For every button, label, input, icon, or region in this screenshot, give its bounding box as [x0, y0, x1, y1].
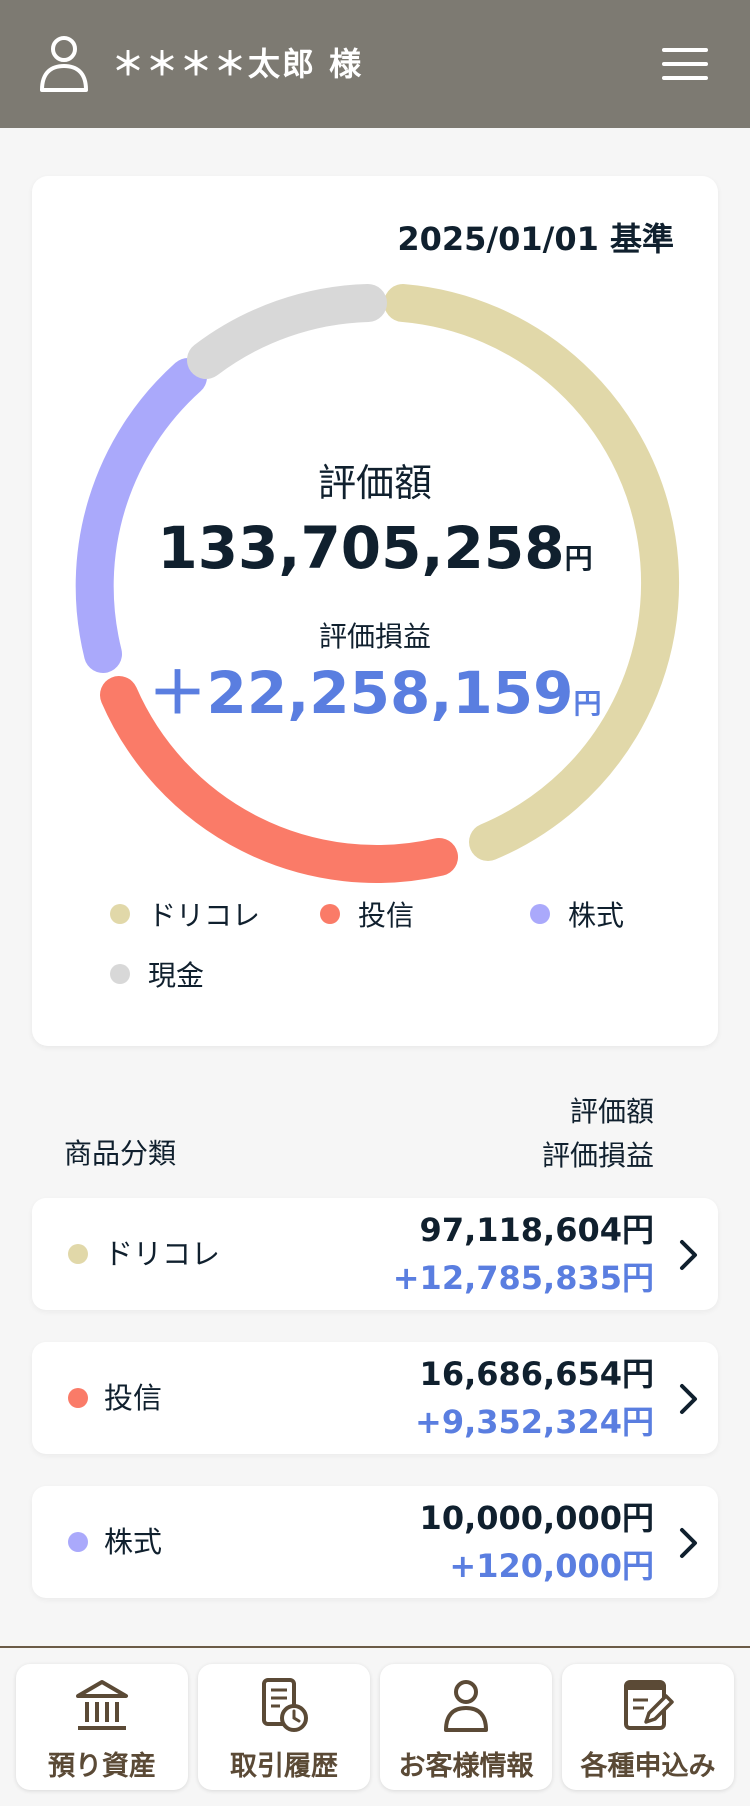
as-of-date: 2025/01/01 基準 — [397, 220, 674, 258]
chevron-right-icon — [680, 1240, 697, 1270]
product-gain: +120,000円 — [449, 1547, 654, 1585]
product-row-toushin[interactable]: 投信 16,686,654円 +9,352,324円 — [32, 1342, 718, 1454]
eval-unit: 円 — [564, 542, 593, 575]
product-value: 97,118,604円 — [419, 1211, 654, 1249]
nav-deposit-assets-button[interactable]: 預り資産 — [16, 1664, 188, 1790]
customer-icon — [444, 1680, 488, 1732]
eval-value: 133,705,258円 — [32, 508, 718, 599]
gain-label: 評価損益 — [318, 620, 431, 653]
product-row-kabushiki[interactable]: 株式 10,000,000円 +120,000円 — [32, 1486, 718, 1598]
legend-dot — [530, 904, 550, 924]
nav-label: 取引履歴 — [230, 1751, 338, 1782]
nav-transaction-history-button[interactable]: 取引履歴 — [198, 1664, 370, 1790]
product-name: ドリコレ — [104, 1237, 221, 1271]
application-pen-icon — [624, 1680, 674, 1730]
eval-label: 評価額 — [317, 461, 432, 505]
donut-center-summary: 評価額 133,705,258円 評価損益 ＋22,258,159円 — [32, 458, 718, 740]
nav-label: お客様情報 — [398, 1751, 534, 1782]
product-gain: +12,785,835円 — [392, 1259, 654, 1297]
history-document-icon — [262, 1678, 308, 1732]
nav-customer-info-button[interactable]: お客様情報 — [380, 1664, 552, 1790]
product-name: 株式 — [104, 1525, 163, 1559]
gain-column-header: 評価損益 — [541, 1139, 654, 1172]
product-name: 投信 — [104, 1381, 163, 1415]
nav-label: 各種申込み — [580, 1751, 716, 1782]
nav-label: 預り資産 — [48, 1751, 156, 1782]
product-value: 10,000,000円 — [419, 1499, 654, 1537]
donut-segment-genkin — [187, 284, 387, 379]
app-header: ＊＊＊＊太郎 様 — [0, 0, 750, 128]
category-column-header: 商品分類 — [64, 1137, 177, 1170]
eval-column-header: 評価額 — [569, 1095, 654, 1128]
legend-label: ドリコレ — [148, 899, 261, 932]
product-row-dorikore[interactable]: ドリコレ 97,118,604円 +12,785,835円 — [32, 1198, 718, 1310]
legend-item-dorikore: ドリコレ — [110, 894, 260, 934]
nav-applications-button[interactable]: 各種申込み — [562, 1664, 734, 1790]
gain-amount: ＋22,258,159 — [148, 659, 574, 727]
user-icon[interactable] — [38, 34, 90, 94]
product-value: 16,686,654円 — [419, 1355, 654, 1393]
asset-summary-card: 2025/01/01 基準 評価額 133,705,258円 評価損益 ＋22,… — [32, 176, 718, 1046]
legend-label: 投信 — [358, 899, 415, 932]
category-dot — [68, 1388, 88, 1408]
legend-item-toushin: 投信 — [320, 894, 414, 934]
product-gain: +9,352,324円 — [415, 1403, 654, 1441]
bottom-navigation: 預り資産 取引履歴 お客様情報 各種申込み — [0, 1646, 750, 1806]
gain-value: ＋22,258,159円 — [32, 657, 718, 740]
chevron-right-icon — [680, 1384, 697, 1414]
eval-amount: 133,705,258 — [157, 514, 565, 582]
legend-label: 現金 — [148, 959, 205, 992]
legend-item-kabushiki: 株式 — [530, 894, 624, 934]
bank-icon — [76, 1680, 128, 1730]
category-dot — [68, 1244, 88, 1264]
legend-item-genkin: 現金 — [110, 954, 204, 994]
legend-dot — [320, 904, 340, 924]
legend-dot — [110, 964, 130, 984]
category-dot — [68, 1532, 88, 1552]
legend-label: 株式 — [568, 899, 625, 932]
user-name: ＊＊＊＊太郎 様 — [112, 45, 364, 83]
chevron-right-icon — [680, 1528, 697, 1558]
hamburger-menu-icon[interactable] — [662, 46, 710, 82]
gain-unit: 円 — [573, 687, 602, 720]
legend-dot — [110, 904, 130, 924]
